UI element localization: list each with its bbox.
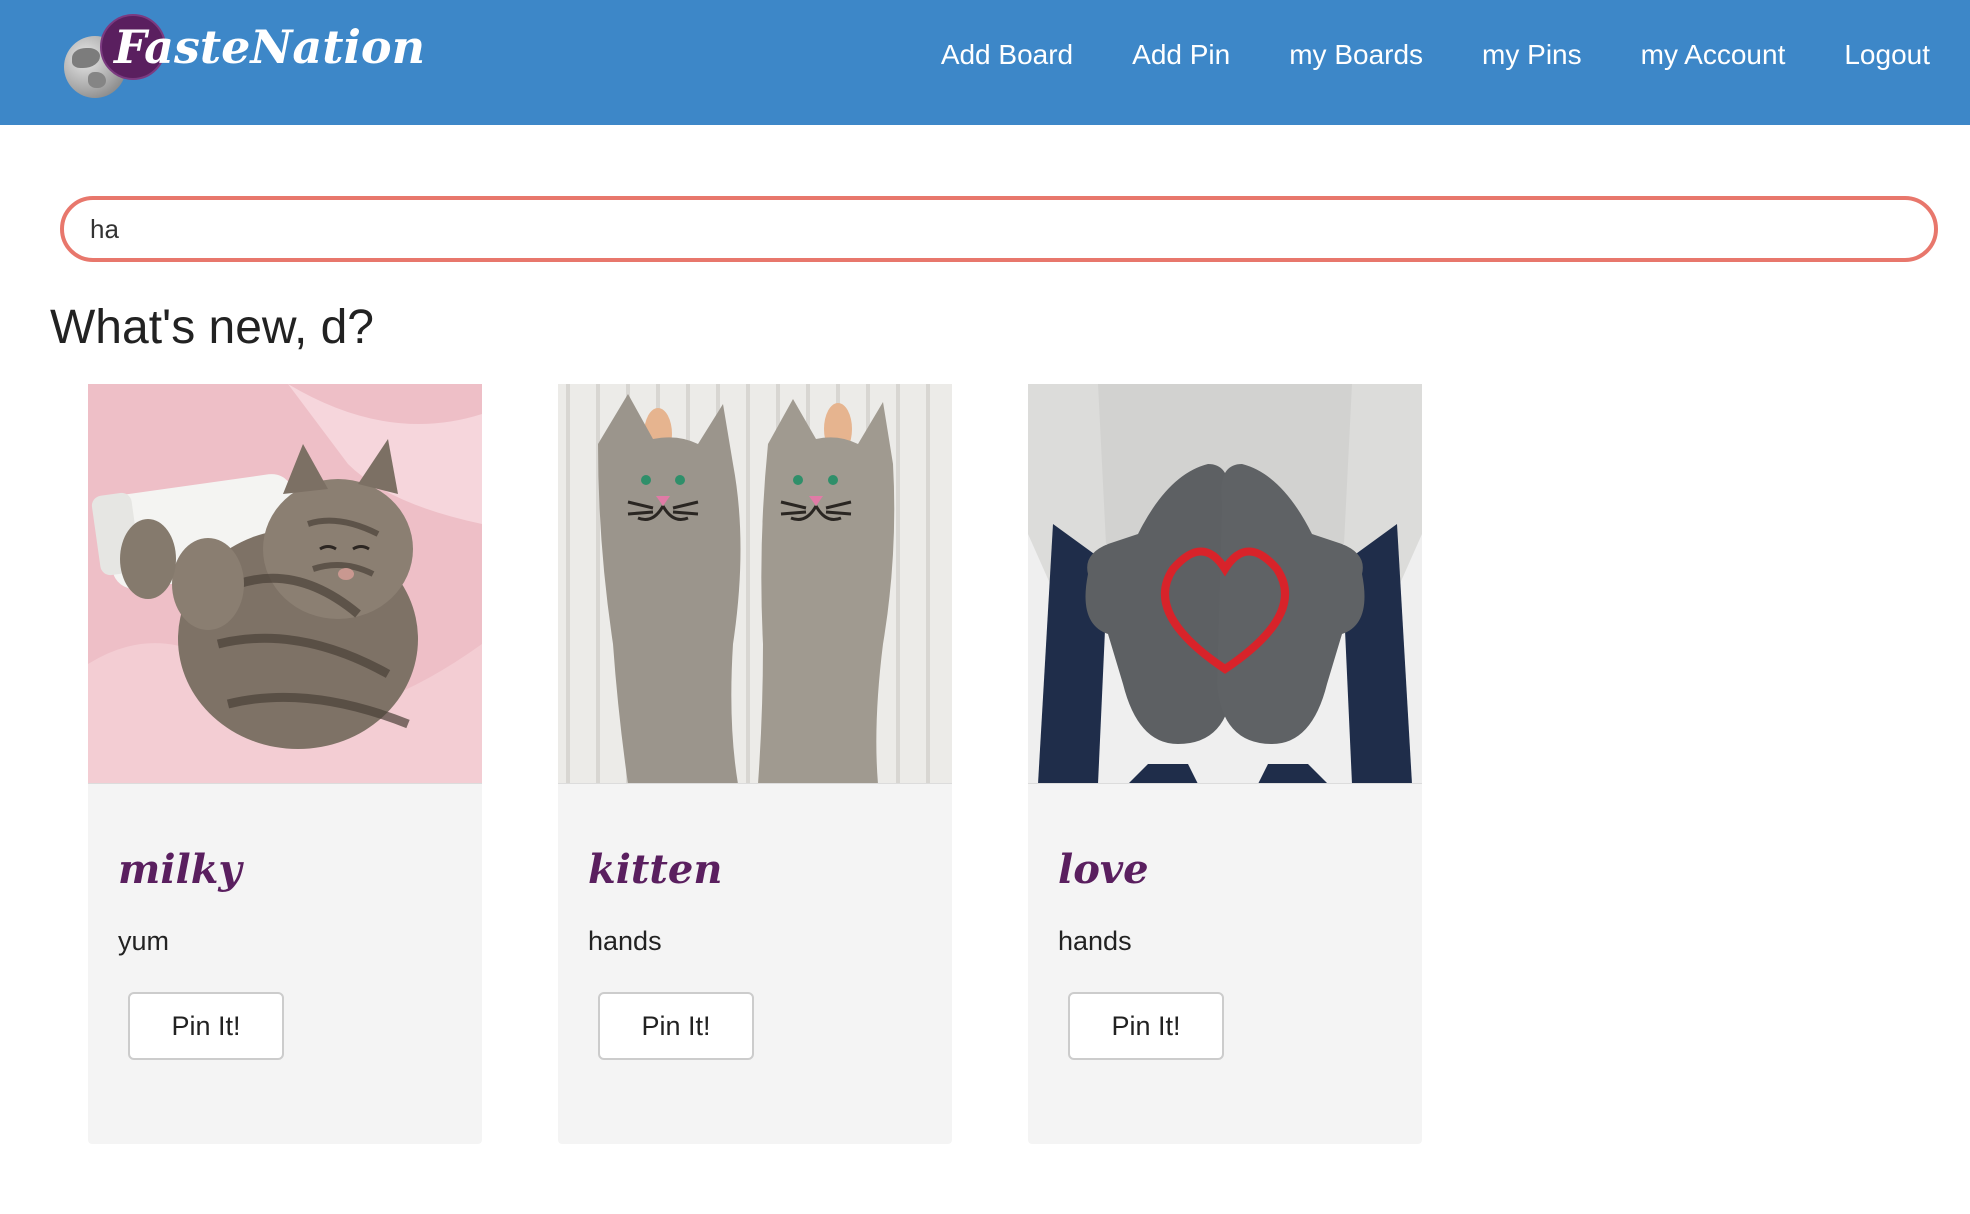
nav-my-account[interactable]: my Account xyxy=(1641,39,1786,71)
pin-it-button[interactable]: Pin It! xyxy=(598,992,754,1060)
navbar: FasteNation Add Board Add Pin my Boards … xyxy=(0,0,1970,125)
pin-image-crochet-cats[interactable] xyxy=(558,384,952,784)
pin-image-heart-mittens[interactable] xyxy=(1028,384,1422,784)
card-description: hands xyxy=(1058,926,1132,956)
card-title[interactable]: milky xyxy=(118,846,242,893)
page-heading: What's new, d? xyxy=(50,301,374,354)
crochet-cat-gloves-illustration xyxy=(558,384,952,783)
kitten-bottle-illustration xyxy=(88,384,482,783)
pin-card: milky yum Pin It! xyxy=(88,384,482,1144)
card-description: yum xyxy=(118,926,170,956)
nav-logout[interactable]: Logout xyxy=(1844,39,1930,71)
pin-card: kitten hands Pin It! xyxy=(558,384,952,1144)
pin-it-button[interactable]: Pin It! xyxy=(1068,992,1224,1060)
brand-name: FasteNation xyxy=(114,20,426,74)
card-title[interactable]: love xyxy=(1058,846,1149,893)
pin-card: love hands Pin It! xyxy=(1028,384,1422,1144)
heart-mittens-illustration xyxy=(1028,384,1422,783)
nav-add-board[interactable]: Add Board xyxy=(941,39,1073,71)
nav-add-pin[interactable]: Add Pin xyxy=(1132,39,1230,71)
nav-my-pins[interactable]: my Pins xyxy=(1482,39,1582,71)
search-input[interactable] xyxy=(60,196,1938,262)
nav-my-boards[interactable]: my Boards xyxy=(1289,39,1423,71)
pin-it-button[interactable]: Pin It! xyxy=(128,992,284,1060)
main-nav: Add Board Add Pin my Boards my Pins my A… xyxy=(882,0,1930,110)
brand-logo[interactable]: FasteNation xyxy=(64,12,425,100)
card-title[interactable]: kitten xyxy=(588,846,722,893)
card-description: hands xyxy=(588,926,662,956)
pin-image-kitten-bottle[interactable] xyxy=(88,384,482,784)
